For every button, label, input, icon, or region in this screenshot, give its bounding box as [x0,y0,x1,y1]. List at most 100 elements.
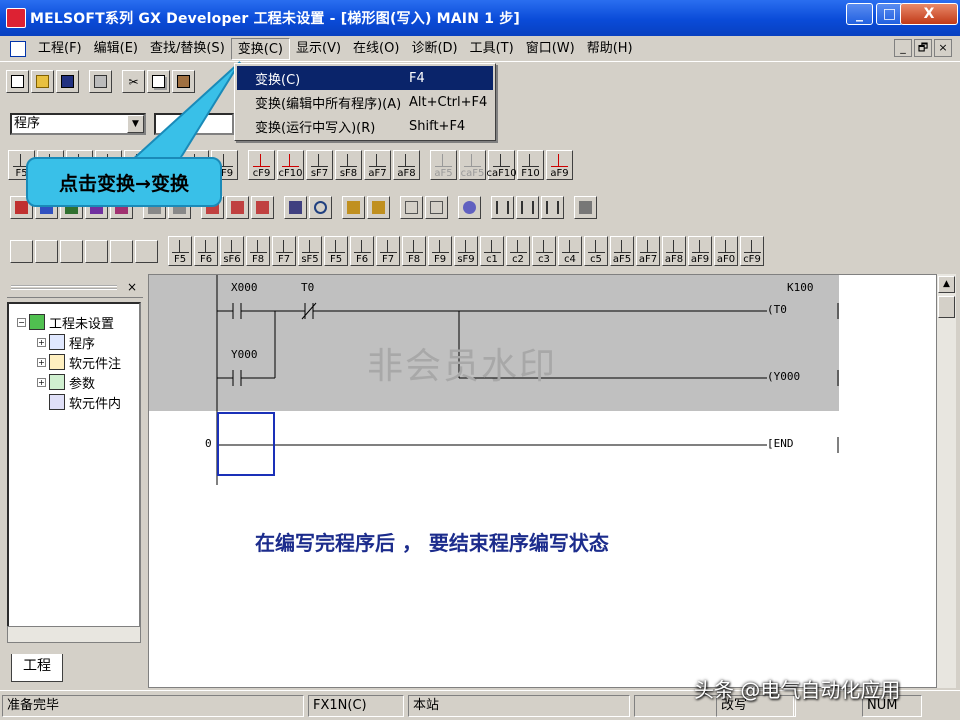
instruction-key-c4[interactable]: c4 [558,236,582,266]
ladder-key-af5[interactable]: aF5 [430,150,457,180]
instruction-key-f5[interactable]: F5 [324,236,348,266]
tool-button-8[interactable] [367,196,390,219]
tool-button-5[interactable] [251,196,274,219]
mdi-minimize-button[interactable]: _ [894,39,912,57]
secondary-select[interactable] [154,113,234,135]
cut-button[interactable]: ✂ [122,70,145,93]
ladder-key-sf7[interactable]: sF7 [306,150,333,180]
instruction-key-sf5[interactable]: sF5 [298,236,322,266]
ladder-key-af9[interactable]: aF9 [546,150,573,180]
menu-help[interactable]: 帮助(H) [581,38,639,60]
instruction-key-af7[interactable]: aF7 [636,236,660,266]
instruction-key-c5[interactable]: c5 [584,236,608,266]
menu-window[interactable]: 窗口(W) [520,38,581,60]
dock-grip[interactable] [11,285,117,290]
instruction-key-f8[interactable]: F8 [246,236,270,266]
ladder-key-sf8[interactable]: sF8 [335,150,362,180]
ladder-key-cf9[interactable]: cF9 [248,150,275,180]
collapse-icon[interactable]: − [17,317,26,327]
copy-button[interactable] [147,70,170,93]
mdi-close-button[interactable]: × [934,39,952,57]
menu-project[interactable]: 工程(F) [32,38,88,60]
menu-tools[interactable]: 工具(T) [464,38,520,60]
menu-convert-all[interactable]: 变换(编辑中所有程序)(A) Alt+Ctrl+F4 [237,90,493,114]
instruction-key-sf9[interactable]: sF9 [454,236,478,266]
instruction-key-f6[interactable]: F6 [194,236,218,266]
tree-item-device-comment[interactable]: + 软元件注 [37,352,121,372]
instruction-key-af8[interactable]: aF8 [662,236,686,266]
new-button[interactable] [6,70,29,93]
maximize-button[interactable]: □ [876,3,903,25]
utility-button[interactable] [110,239,133,263]
save-button[interactable] [56,70,79,93]
paste-button[interactable] [172,70,195,93]
menu-convert[interactable]: 变换(C) [230,37,290,60]
utility-button[interactable] [85,239,108,263]
tool-button-14[interactable] [541,196,564,219]
instruction-key-f6[interactable]: F6 [350,236,374,266]
scroll-up-icon[interactable]: ▲ [938,276,955,293]
instruction-key-f5[interactable]: F5 [168,236,192,266]
tab-project[interactable]: 工程 [11,654,63,682]
ladder-vertical-scrollbar[interactable]: ▲ [936,274,956,688]
mdi-restore-button[interactable]: 🗗 [914,39,932,57]
edit-cursor[interactable] [217,412,275,476]
ladder-key-f10[interactable]: F10 [517,150,544,180]
instruction-key-f7[interactable]: F7 [272,236,296,266]
instruction-key-sf6[interactable]: sF6 [220,236,244,266]
menu-convert-convert[interactable]: 变换(C) F4 [237,66,493,90]
expand-icon[interactable]: + [37,357,46,367]
menu-diagnostics[interactable]: 诊断(D) [405,38,463,60]
ladder-key-af7[interactable]: aF7 [364,150,391,180]
utility-button[interactable] [135,239,158,263]
tool-button-6[interactable] [284,196,307,219]
tool-button-12[interactable] [491,196,514,219]
tool-button-4[interactable] [226,196,249,219]
instruction-key-c1[interactable]: c1 [480,236,504,266]
expand-icon[interactable]: + [37,337,46,347]
menu-convert-online[interactable]: 变换(运行中写入)(R) Shift+F4 [237,114,493,138]
tree-root[interactable]: − 工程未设置 [17,312,114,332]
tool-button-10[interactable] [425,196,448,219]
tool-button-11[interactable] [458,196,481,219]
instruction-key-cf9[interactable]: cF9 [740,236,764,266]
open-button[interactable] [31,70,54,93]
instruction-key-af5[interactable]: aF5 [610,236,634,266]
menu-online[interactable]: 在线(O) [347,38,405,60]
menu-view[interactable]: 显示(V) [290,38,347,60]
tree-item-program[interactable]: + 程序 [37,332,95,352]
ladder-key-caf5[interactable]: caF5 [459,150,486,180]
utility-button[interactable] [35,239,58,263]
chevron-down-icon[interactable]: ▼ [127,115,144,133]
tree-item-device-memory[interactable]: 软元件内 [49,392,121,412]
print-button[interactable] [89,70,112,93]
menu-find-replace[interactable]: 查找/替换(S) [144,38,231,60]
tree-horizontal-scrollbar[interactable] [7,626,141,643]
instruction-key-c2[interactable]: c2 [506,236,530,266]
minimize-button[interactable]: _ [846,3,873,25]
instruction-key-f8[interactable]: F8 [402,236,426,266]
ladder-key-caf10[interactable]: caF10 [486,150,517,180]
expand-icon[interactable]: + [37,377,46,387]
search-button[interactable] [309,196,332,219]
tree-close-icon[interactable]: × [125,280,139,294]
instruction-key-f9[interactable]: F9 [428,236,452,266]
ladder-key-af8[interactable]: aF8 [393,150,420,180]
utility-button[interactable] [60,239,83,263]
instruction-key-c3[interactable]: c3 [532,236,556,266]
tool-button-15[interactable] [574,196,597,219]
tree-item-parameter[interactable]: + 参数 [37,372,95,392]
menu-edit[interactable]: 编辑(E) [88,38,144,60]
ladder-editor[interactable]: X000 T0 K100 (T0 Y000 (Y000 0 [END 非会员水印… [148,274,938,688]
instruction-key-af9[interactable]: aF9 [688,236,712,266]
instruction-key-f7[interactable]: F7 [376,236,400,266]
scroll-thumb[interactable] [938,296,955,318]
tool-button-13[interactable] [516,196,539,219]
program-select[interactable]: 程序 ▼ [10,113,146,135]
instruction-key-af0[interactable]: aF0 [714,236,738,266]
utility-button[interactable] [10,239,33,263]
ladder-key-cf10[interactable]: cF10 [277,150,304,180]
tool-button-7[interactable] [342,196,365,219]
tool-button-9[interactable] [400,196,423,219]
close-button[interactable]: X [900,3,958,25]
